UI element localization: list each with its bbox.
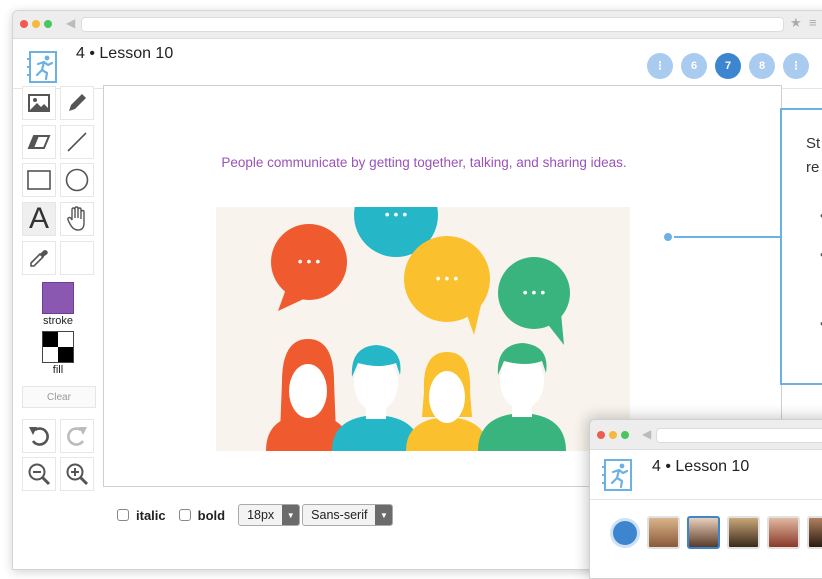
image-icon: [28, 94, 50, 112]
undo-icon: [29, 427, 49, 446]
back-arrow-icon[interactable]: ◀: [66, 16, 75, 30]
student-avatar[interactable]: [767, 516, 800, 549]
pencil-icon: [69, 94, 86, 111]
pan-tool-button[interactable]: [60, 202, 94, 236]
page-8-button[interactable]: 8: [749, 53, 775, 79]
image-tool-button[interactable]: [22, 86, 56, 120]
font-size-select[interactable]: 18px ▼: [238, 504, 301, 526]
close-window-button[interactable]: [20, 20, 28, 28]
eyedropper-tool-button[interactable]: [22, 241, 56, 275]
browser-menu-icon[interactable]: ≡: [809, 15, 817, 30]
student-avatar[interactable]: [727, 516, 760, 549]
student-avatar-row: [610, 516, 822, 549]
italic-label: italic: [136, 507, 166, 523]
fill-label: fill: [52, 364, 64, 376]
callout-line-1: St: [806, 135, 821, 152]
minimize-window-button[interactable]: [609, 431, 617, 439]
canvas-caption-text[interactable]: People communicate by getting together, …: [104, 155, 744, 170]
svg-text:• • •: • • •: [385, 207, 408, 222]
pager-next-more-button[interactable]: ⁝: [783, 53, 809, 79]
font-size-value: 18px: [247, 508, 275, 522]
bold-label: bold: [197, 507, 226, 523]
close-window-button[interactable]: [597, 431, 605, 439]
font-family-select[interactable]: Sans-serif ▼: [302, 504, 394, 526]
address-bar[interactable]: [656, 428, 822, 443]
text-tool-button[interactable]: A: [22, 202, 56, 236]
page-7-button[interactable]: 7: [715, 53, 741, 79]
browser-chrome: ◀: [590, 420, 822, 450]
italic-checkbox[interactable]: [117, 509, 129, 521]
callout-line-2: re: [806, 159, 820, 176]
chevron-down-icon: ▼: [375, 505, 393, 525]
lesson-header: 4 • Lesson 10: [590, 450, 822, 500]
stroke-color-swatch[interactable]: [42, 282, 74, 314]
rectangle-tool-button[interactable]: [22, 163, 56, 197]
line-tool-button[interactable]: [60, 125, 94, 159]
hand-icon: [67, 206, 85, 231]
circle-icon: [65, 168, 89, 192]
svg-text:• • •: • • •: [298, 253, 321, 269]
annotation-callout: St re • • •: [780, 108, 822, 385]
lesson-header: 4 • Lesson 10 ⁝ 6 7 8 ⁝: [13, 39, 822, 89]
running-figure-notebook-icon: [27, 51, 57, 83]
zoom-in-icon: [66, 463, 89, 486]
maximize-window-button[interactable]: [621, 431, 629, 439]
zoom-in-button[interactable]: [60, 457, 94, 491]
rectangle-icon: [27, 170, 51, 190]
clear-button[interactable]: Clear: [22, 386, 96, 408]
browser-chrome: ◀ ★ ≡: [13, 11, 822, 39]
running-figure-notebook-icon: [602, 459, 632, 491]
people-talking-illustration[interactable]: • • • • • • • • • • • •: [216, 207, 630, 451]
student-avatar[interactable]: [647, 516, 680, 549]
zoom-out-icon: [28, 463, 51, 486]
eraser-tool-button[interactable]: [22, 125, 56, 159]
pencil-tool-button[interactable]: [60, 86, 94, 120]
group-icon[interactable]: [610, 517, 640, 548]
font-family-value: Sans-serif: [311, 508, 368, 522]
minimize-window-button[interactable]: [32, 20, 40, 28]
callout-connector-line: [668, 236, 783, 238]
lesson-title: 4 • Lesson 10: [652, 458, 750, 475]
empty-tool-slot: [60, 241, 94, 275]
bookmark-star-icon[interactable]: ★: [790, 15, 802, 31]
chevron-down-icon: ▼: [282, 505, 300, 525]
stroke-label: stroke: [43, 315, 73, 327]
page-navigator: ⁝ 6 7 8 ⁝: [647, 53, 809, 79]
student-browser-window: ◀ 4 • Lesson 10: [589, 419, 822, 579]
callout-anchor-dot[interactable]: [662, 231, 674, 243]
fill-color-swatch[interactable]: [42, 331, 74, 363]
maximize-window-button[interactable]: [44, 20, 52, 28]
bold-checkbox[interactable]: [178, 509, 191, 521]
back-arrow-icon[interactable]: ◀: [642, 427, 651, 441]
redo-button[interactable]: [60, 419, 94, 453]
student-avatar[interactable]: [807, 516, 822, 549]
svg-text:• • •: • • •: [436, 270, 459, 286]
zoom-out-button[interactable]: [22, 457, 56, 491]
svg-text:• • •: • • •: [523, 284, 546, 300]
redo-icon: [67, 427, 87, 446]
address-bar[interactable]: [81, 17, 784, 32]
pager-prev-more-button[interactable]: ⁝: [647, 53, 673, 79]
page-6-button[interactable]: 6: [681, 53, 707, 79]
eyedropper-icon: [30, 250, 48, 267]
eraser-icon: [27, 135, 51, 149]
undo-button[interactable]: [22, 419, 56, 453]
lesson-title: 4 • Lesson 10: [76, 45, 174, 62]
student-avatar[interactable]: [687, 516, 720, 549]
line-icon: [67, 132, 87, 152]
ellipse-tool-button[interactable]: [60, 163, 94, 197]
text-options-bar: italic bold 18px ▼ Sans-serif ▼: [117, 504, 394, 526]
